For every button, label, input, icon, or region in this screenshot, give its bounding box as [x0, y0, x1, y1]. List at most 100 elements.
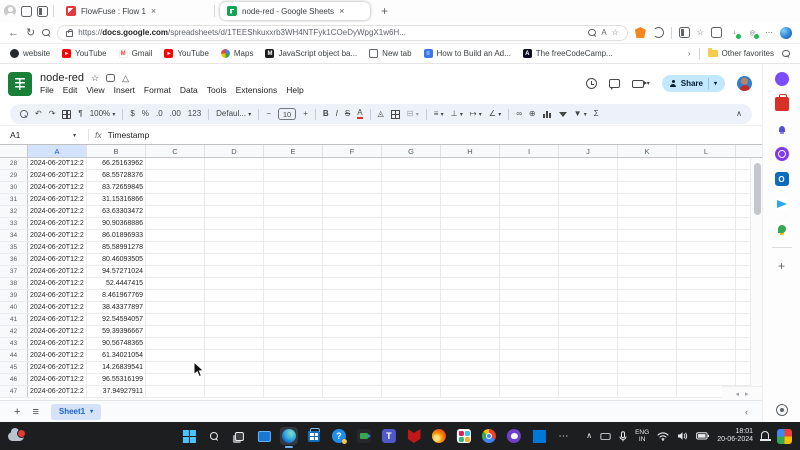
favorites-search-icon[interactable] — [782, 50, 790, 58]
cell-empty[interactable] — [205, 194, 264, 205]
cell-empty[interactable] — [441, 386, 500, 397]
cell-empty[interactable] — [146, 278, 205, 289]
cell-empty[interactable] — [677, 218, 736, 229]
favorite-item[interactable]: How to Build an Ad... — [424, 49, 511, 58]
cell-a[interactable]: 2024-06-20T12:2 — [28, 218, 87, 229]
create-filter-icon[interactable] — [559, 112, 567, 117]
collapse-toolbar-icon[interactable]: ∧ — [736, 110, 742, 118]
cell-empty[interactable] — [500, 158, 559, 169]
cell-empty[interactable] — [500, 218, 559, 229]
cell-empty[interactable] — [146, 242, 205, 253]
cell-empty[interactable] — [559, 290, 618, 301]
bold-icon[interactable]: B — [323, 110, 329, 118]
cell-empty[interactable] — [323, 350, 382, 361]
cell-empty[interactable] — [323, 158, 382, 169]
github-desktop-icon[interactable] — [505, 427, 523, 445]
italic-icon[interactable]: I — [336, 110, 338, 118]
cell-empty[interactable] — [323, 278, 382, 289]
cell-empty[interactable] — [382, 374, 441, 385]
cell-empty[interactable] — [500, 254, 559, 265]
cell-a[interactable]: 2024-06-20T12:2 — [28, 290, 87, 301]
cell-empty[interactable] — [559, 254, 618, 265]
cell-empty[interactable] — [264, 218, 323, 229]
taskbar-more-icon[interactable]: ⋯ — [555, 427, 573, 445]
scrollbar-thumb[interactable] — [754, 163, 761, 215]
cell-empty[interactable] — [382, 326, 441, 337]
cell-b[interactable]: 37.94927911 — [87, 386, 146, 397]
text-wrap-icon[interactable]: ↦ ▾ — [470, 110, 482, 118]
cell-empty[interactable] — [441, 218, 500, 229]
move-folder-icon[interactable] — [106, 74, 115, 82]
cell-empty[interactable] — [323, 230, 382, 241]
cell-empty[interactable] — [618, 266, 677, 277]
cell-empty[interactable] — [264, 314, 323, 325]
formula-content[interactable]: Timestamp — [108, 130, 150, 140]
cell-empty[interactable] — [677, 326, 736, 337]
menu-insert[interactable]: Insert — [114, 85, 135, 95]
cell-a[interactable]: 2024-06-20T12:2 — [28, 386, 87, 397]
cell-empty[interactable] — [323, 362, 382, 373]
loop-addon-icon[interactable] — [775, 147, 789, 161]
help-app-icon[interactable]: ? — [330, 427, 348, 445]
strikethrough-icon[interactable]: S — [345, 110, 350, 118]
paint-format-icon[interactable]: ¶ — [78, 110, 82, 118]
plant-addon-icon[interactable] — [775, 222, 789, 236]
cell-empty[interactable] — [323, 338, 382, 349]
all-sheets-icon[interactable]: ≡ — [32, 406, 38, 418]
tab-flowfuse[interactable]: FlowFuse : Flow 1 × — [59, 2, 209, 20]
cell-empty[interactable] — [146, 230, 205, 241]
cell-empty[interactable] — [146, 170, 205, 181]
cell-empty[interactable] — [264, 386, 323, 397]
cell-empty[interactable] — [677, 266, 736, 277]
cell-b[interactable]: 63.63303472 — [87, 206, 146, 217]
corner-widget-icon[interactable] — [777, 429, 792, 444]
cell-empty[interactable] — [264, 170, 323, 181]
favorite-item[interactable]: The freeCodeCamp... — [523, 49, 613, 58]
cell-empty[interactable] — [205, 278, 264, 289]
text-color-icon[interactable]: A — [357, 109, 362, 119]
favorite-item[interactable]: YouTube — [164, 49, 208, 58]
cell-empty[interactable] — [382, 230, 441, 241]
cell-empty[interactable] — [146, 374, 205, 385]
cell-empty[interactable] — [441, 242, 500, 253]
star-icon[interactable]: ☆ — [91, 73, 99, 84]
cell-empty[interactable] — [559, 362, 618, 373]
menu-edit[interactable]: Edit — [63, 85, 78, 95]
taskbar-search-icon[interactable] — [205, 427, 223, 445]
cell-empty[interactable] — [323, 254, 382, 265]
toolbox-addon-icon[interactable] — [775, 97, 789, 111]
row-header[interactable]: 39 — [0, 290, 28, 301]
cell-empty[interactable] — [500, 194, 559, 205]
sheets-logo-icon[interactable] — [8, 72, 32, 96]
cell-a[interactable]: 2024-06-20T12:2 — [28, 374, 87, 385]
column-header-c[interactable]: C — [146, 145, 205, 157]
favorite-item[interactable]: YouTube — [62, 49, 106, 58]
row-header[interactable]: 37 — [0, 266, 28, 277]
column-header-a[interactable]: A — [28, 145, 87, 157]
row-header[interactable]: 43 — [0, 338, 28, 349]
cell-empty[interactable] — [500, 338, 559, 349]
browser-essentials-icon[interactable] — [711, 27, 722, 38]
cell-empty[interactable] — [441, 206, 500, 217]
mcafee-icon[interactable] — [405, 427, 423, 445]
add-sheet-icon[interactable]: + — [14, 406, 20, 418]
increase-decimal-icon[interactable]: .00 — [170, 110, 181, 118]
column-header-l[interactable]: L — [677, 145, 736, 157]
cell-empty[interactable] — [559, 266, 618, 277]
cell-empty[interactable] — [382, 158, 441, 169]
row-header[interactable]: 29 — [0, 170, 28, 181]
cell-empty[interactable] — [441, 302, 500, 313]
font-select[interactable]: Defaul... ▾ — [216, 110, 251, 118]
cell-empty[interactable] — [382, 266, 441, 277]
menu-data[interactable]: Data — [180, 85, 198, 95]
cell-a[interactable]: 2024-06-20T12:2 — [28, 182, 87, 193]
cell-empty[interactable] — [205, 182, 264, 193]
redo-icon[interactable]: ↷ — [49, 110, 56, 118]
cell-empty[interactable] — [618, 338, 677, 349]
row-header[interactable]: 28 — [0, 158, 28, 169]
microsoft-store-icon[interactable] — [305, 427, 323, 445]
cell-empty[interactable] — [146, 218, 205, 229]
sheet-tab-sheet1[interactable]: Sheet1 ▾ — [51, 404, 101, 420]
cell-empty[interactable] — [323, 386, 382, 397]
cell-empty[interactable] — [500, 386, 559, 397]
